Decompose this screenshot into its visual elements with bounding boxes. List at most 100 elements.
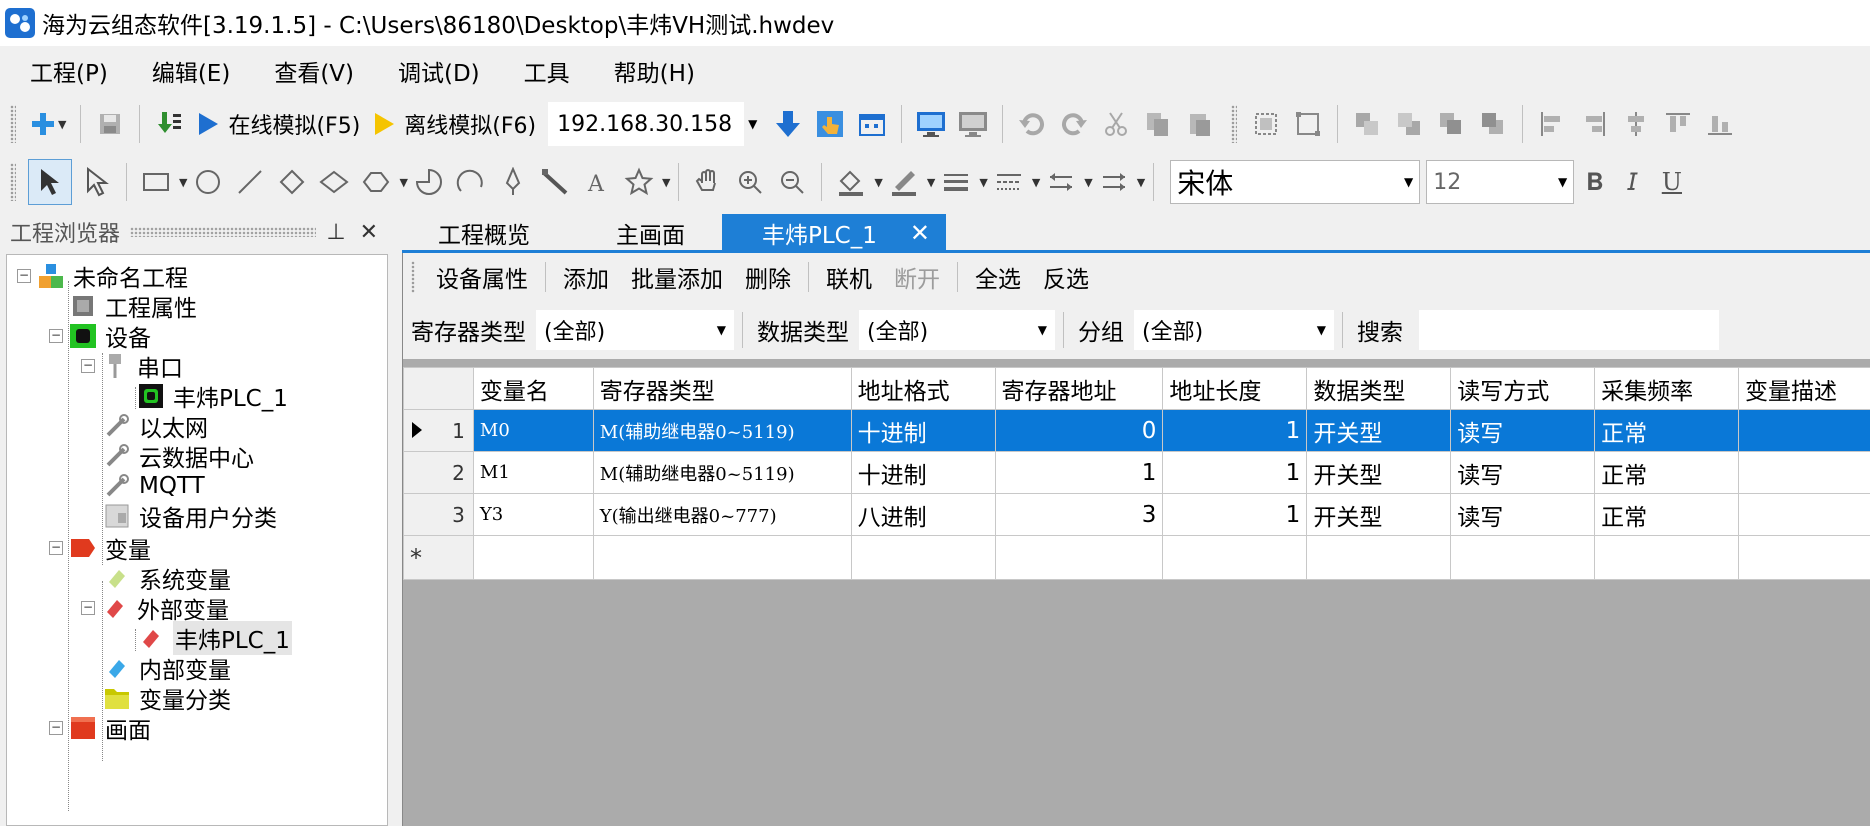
menu-project[interactable]: 工程(P) — [30, 54, 108, 88]
cell-name[interactable]: M0 — [472, 409, 594, 452]
online-simulation-button[interactable]: 在线模拟(F5) — [190, 102, 366, 146]
data-type-combo[interactable]: (全部) ▼ — [859, 310, 1055, 350]
line-width-icon[interactable] — [939, 165, 973, 199]
group-combo[interactable]: (全部) ▼ — [1134, 310, 1334, 350]
cell-frequency[interactable]: 正常 — [1594, 451, 1739, 494]
collapse-icon[interactable]: − — [49, 541, 63, 555]
dropdown-arrow-icon[interactable]: ▼ — [1084, 176, 1092, 189]
tree-node-internal-variables[interactable]: 内部变量 — [103, 651, 231, 685]
cell-address-format[interactable]: 十进制 — [850, 451, 996, 494]
zoom-in-icon[interactable] — [733, 165, 767, 199]
table-row[interactable]: 3 Y3 Y(输出继电器0~777) 八进制 3 1 开关型 读写 正常 — [403, 493, 1870, 536]
ungroup-icon[interactable] — [1291, 107, 1325, 141]
new-row-cell[interactable] — [1162, 535, 1308, 580]
register-type-combo[interactable]: (全部) ▼ — [536, 310, 734, 350]
add-button[interactable]: 添加 — [563, 260, 609, 294]
tab-main-screen[interactable]: 主画面 — [582, 214, 722, 252]
column-header[interactable]: 寄存器地址 — [994, 367, 1164, 410]
cell-register-type[interactable]: M(辅助继电器0~5119) — [592, 451, 852, 494]
font-size-combo[interactable]: 12 ▼ — [1426, 160, 1575, 204]
align-top-icon[interactable] — [1661, 107, 1695, 141]
fill-color-icon[interactable] — [834, 165, 868, 199]
pen-tool-icon[interactable] — [496, 165, 530, 199]
close-panel-icon[interactable]: ✕ — [360, 220, 378, 245]
column-header[interactable]: 变量名 — [472, 367, 594, 410]
cell-name[interactable]: M1 — [472, 451, 594, 494]
toolbar-grip[interactable] — [1231, 105, 1238, 143]
size-dropdown-arrow-icon[interactable]: ▼ — [1558, 175, 1567, 189]
collapse-icon[interactable]: − — [49, 329, 63, 343]
bring-front-icon[interactable] — [1350, 107, 1384, 141]
menu-view[interactable]: 查看(V) — [274, 54, 354, 88]
dropdown-arrow-icon[interactable]: ▼ — [179, 176, 187, 189]
toolbar-grip[interactable] — [10, 163, 16, 201]
connect-button[interactable]: 联机 — [826, 260, 872, 294]
device-properties-button[interactable]: 设备属性 — [436, 260, 528, 294]
cell-read-write[interactable]: 读写 — [1450, 409, 1596, 452]
save-icon[interactable] — [93, 107, 127, 141]
cell-address-format[interactable]: 八进制 — [850, 493, 996, 536]
dropdown-arrow-icon[interactable]: ▼ — [1317, 323, 1326, 337]
ip-dropdown-arrow-icon[interactable]: ▼ — [748, 117, 757, 131]
ellipse-tool-icon[interactable] — [191, 165, 225, 199]
column-header[interactable]: 采集频率 — [1594, 367, 1739, 410]
cell-register-address[interactable]: 1 — [994, 451, 1164, 494]
cell-address-length[interactable]: 1 — [1162, 451, 1308, 494]
toolbar-grip[interactable] — [411, 261, 415, 293]
undo-icon[interactable] — [1015, 107, 1049, 141]
hand-touch-icon[interactable] — [813, 107, 847, 141]
align-center-icon[interactable] — [1619, 107, 1653, 141]
column-header[interactable]: 数据类型 — [1306, 367, 1452, 410]
panel-grip[interactable] — [130, 227, 317, 237]
line-style-icon[interactable] — [992, 165, 1026, 199]
bring-forward-icon[interactable] — [1434, 107, 1468, 141]
column-header[interactable]: 变量描述 — [1737, 367, 1870, 410]
new-row-cell[interactable] — [1306, 535, 1452, 580]
pie-tool-icon[interactable] — [412, 165, 446, 199]
star-tool-icon[interactable] — [622, 165, 656, 199]
menu-tools[interactable]: 工具 — [524, 54, 570, 88]
monitor-stop-icon[interactable] — [956, 107, 990, 141]
menu-debug[interactable]: 调试(D) — [398, 54, 480, 88]
delete-button[interactable]: 删除 — [745, 260, 791, 294]
dropdown-arrow-icon[interactable]: ▼ — [717, 323, 726, 337]
select-all-button[interactable]: 全选 — [975, 260, 1021, 294]
pipe-tool-icon[interactable] — [538, 165, 572, 199]
select-pointer-icon[interactable] — [28, 159, 72, 205]
tree-node-project[interactable]: − 未命名工程 — [17, 259, 188, 293]
line-tool-icon[interactable] — [233, 165, 267, 199]
underline-icon[interactable]: U — [1662, 168, 1682, 196]
text-tool-icon[interactable]: A — [580, 165, 614, 199]
tree-node-devices[interactable]: − 设备 — [49, 319, 151, 353]
arrow-end-icon[interactable] — [1097, 165, 1131, 199]
line-color-icon[interactable] — [887, 165, 921, 199]
cell-data-type[interactable]: 开关型 — [1306, 451, 1452, 494]
redo-icon[interactable] — [1057, 107, 1091, 141]
row-header[interactable]: 3 — [403, 493, 474, 536]
new-row-cell[interactable] — [592, 535, 852, 580]
offline-simulation-button[interactable]: 离线模拟(F6) — [366, 102, 542, 146]
node-edit-pointer-icon[interactable] — [80, 165, 114, 199]
cell-data-type[interactable]: 开关型 — [1306, 409, 1452, 452]
menu-help[interactable]: 帮助(H) — [614, 54, 695, 88]
align-right-icon[interactable] — [1577, 107, 1611, 141]
dropdown-arrow-icon[interactable]: ▼ — [874, 176, 882, 189]
new-row-cell[interactable] — [994, 535, 1164, 580]
collapse-icon[interactable]: − — [81, 359, 95, 373]
monitor-run-icon[interactable] — [914, 107, 948, 141]
search-input[interactable] — [1419, 310, 1719, 350]
arc-tool-icon[interactable] — [454, 165, 488, 199]
download-icon[interactable] — [771, 107, 805, 141]
dropdown-arrow-icon[interactable]: ▼ — [662, 176, 670, 189]
paste-icon[interactable] — [1183, 107, 1217, 141]
tree-node-serial-port[interactable]: − 串口 — [81, 349, 183, 383]
new-row-marker[interactable]: * — [403, 535, 474, 580]
collapse-icon[interactable]: − — [81, 601, 95, 615]
row-header[interactable]: 2 — [403, 451, 474, 494]
ip-address-combo[interactable]: 192.168.30.158 — [548, 102, 745, 146]
tree-node-variable-categories[interactable]: 变量分类 — [103, 681, 231, 715]
cell-register-type[interactable]: Y(输出继电器0~777) — [592, 493, 852, 536]
new-row[interactable]: * — [403, 535, 1870, 580]
dropdown-arrow-icon[interactable]: ▼ — [399, 176, 407, 189]
batch-add-button[interactable]: 批量添加 — [631, 260, 723, 294]
